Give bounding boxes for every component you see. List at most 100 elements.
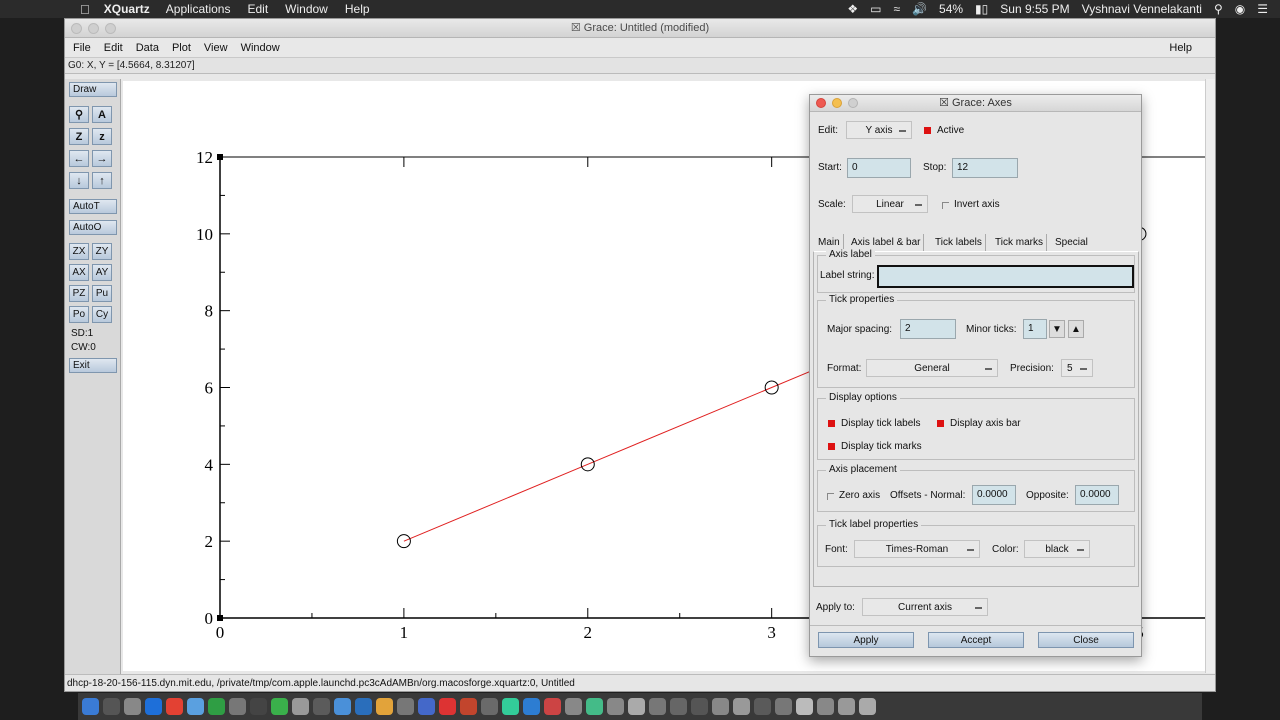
dock-app-icon[interactable] bbox=[397, 698, 414, 715]
invert-axis-checkbox[interactable] bbox=[942, 202, 949, 209]
clock[interactable]: Sun 9:55 PM bbox=[1000, 2, 1069, 16]
active-checkbox[interactable] bbox=[924, 127, 931, 134]
draw-button[interactable]: Draw bbox=[69, 82, 117, 97]
vertical-scrollbar[interactable] bbox=[1205, 79, 1215, 673]
menubar-applications[interactable]: Applications bbox=[166, 2, 231, 16]
dock-app-icon[interactable] bbox=[334, 698, 351, 715]
edit-axis-select[interactable]: Y axis bbox=[846, 121, 912, 139]
dock-app-icon[interactable] bbox=[502, 698, 519, 715]
text-tool-icon[interactable]: A bbox=[92, 106, 112, 123]
color-select[interactable]: black bbox=[1024, 540, 1090, 558]
notification-center-icon[interactable]: ☰ bbox=[1257, 2, 1268, 16]
dock-app-icon[interactable] bbox=[607, 698, 624, 715]
siri-icon[interactable]: ◉ bbox=[1235, 2, 1245, 16]
dock-app-icon[interactable] bbox=[523, 698, 540, 715]
offsets-normal-input[interactable]: 0.0000 bbox=[972, 485, 1016, 505]
zx-button[interactable]: ZX bbox=[69, 243, 89, 260]
dialog-close-icon[interactable] bbox=[816, 98, 826, 108]
zy-button[interactable]: ZY bbox=[92, 243, 112, 260]
minimize-window-icon[interactable] bbox=[88, 23, 99, 34]
po-button[interactable]: Po bbox=[69, 306, 89, 323]
scroll-down-icon[interactable]: ↓ bbox=[69, 172, 89, 189]
tab-tick-labels[interactable]: Tick labels bbox=[932, 234, 986, 251]
pz-button[interactable]: PZ bbox=[69, 285, 89, 302]
dock-app-icon[interactable] bbox=[733, 698, 750, 715]
apply-button[interactable]: Apply bbox=[818, 632, 914, 648]
menu-window[interactable]: Window bbox=[241, 42, 280, 54]
zoom-out-button[interactable]: z bbox=[92, 128, 112, 145]
scroll-right-icon[interactable]: → bbox=[92, 150, 112, 167]
autot-button[interactable]: AutoT bbox=[69, 199, 117, 214]
dock-app-icon[interactable] bbox=[481, 698, 498, 715]
dock-app-icon[interactable] bbox=[229, 698, 246, 715]
dock-app-icon[interactable] bbox=[586, 698, 603, 715]
spotlight-icon[interactable]: ⚲ bbox=[1214, 2, 1223, 16]
zoom-magnify-icon[interactable]: ⚲ bbox=[69, 106, 89, 123]
dock-app-icon[interactable] bbox=[376, 698, 393, 715]
dock-app-icon[interactable] bbox=[796, 698, 813, 715]
menubar-app-name[interactable]: XQuartz bbox=[104, 2, 150, 16]
menu-plot[interactable]: Plot bbox=[172, 42, 191, 54]
close-window-icon[interactable] bbox=[71, 23, 82, 34]
airplay-icon[interactable]: ▭ bbox=[870, 2, 881, 16]
apply-to-select[interactable]: Current axis bbox=[862, 598, 988, 616]
dropbox-icon[interactable]: ❖ bbox=[847, 2, 858, 16]
zoom-in-button[interactable]: Z bbox=[69, 128, 89, 145]
cy-button[interactable]: Cy bbox=[92, 306, 112, 323]
minor-ticks-increment-icon[interactable]: ▲ bbox=[1068, 320, 1084, 338]
dock-app-icon[interactable] bbox=[859, 698, 876, 715]
display-axis-bar-checkbox[interactable] bbox=[937, 420, 944, 427]
dock-app-icon[interactable] bbox=[418, 698, 435, 715]
dock-app-icon[interactable] bbox=[754, 698, 771, 715]
scroll-left-icon[interactable]: ← bbox=[69, 150, 89, 167]
dock-app-icon[interactable] bbox=[145, 698, 162, 715]
precision-select[interactable]: 5 bbox=[1061, 359, 1093, 377]
autoo-button[interactable]: AutoO bbox=[69, 220, 117, 235]
menubar-window[interactable]: Window bbox=[285, 2, 328, 16]
dock-app-icon[interactable] bbox=[103, 698, 120, 715]
minor-ticks-input[interactable]: 1 bbox=[1023, 319, 1047, 339]
dock-app-icon[interactable] bbox=[691, 698, 708, 715]
start-input[interactable]: 0 bbox=[847, 158, 911, 178]
major-spacing-input[interactable]: 2 bbox=[900, 319, 956, 339]
ay-button[interactable]: AY bbox=[92, 264, 112, 281]
dock-app-icon[interactable] bbox=[670, 698, 687, 715]
font-select[interactable]: Times-Roman bbox=[854, 540, 980, 558]
menu-edit[interactable]: Edit bbox=[104, 42, 123, 54]
dialog-zoom-icon[interactable] bbox=[848, 98, 858, 108]
zero-axis-checkbox[interactable] bbox=[827, 493, 834, 500]
close-button[interactable]: Close bbox=[1038, 632, 1134, 648]
dock-app-icon[interactable] bbox=[712, 698, 729, 715]
accept-button[interactable]: Accept bbox=[928, 632, 1024, 648]
scroll-up-icon[interactable]: ↑ bbox=[92, 172, 112, 189]
dock-app-icon[interactable] bbox=[355, 698, 372, 715]
dialog-minimize-icon[interactable] bbox=[832, 98, 842, 108]
menu-help[interactable]: Help bbox=[1169, 42, 1192, 54]
exit-button[interactable]: Exit bbox=[69, 358, 117, 373]
scale-select[interactable]: Linear bbox=[852, 195, 928, 213]
dock-app-icon[interactable] bbox=[124, 698, 141, 715]
dock-app-icon[interactable] bbox=[166, 698, 183, 715]
dock-app-icon[interactable] bbox=[838, 698, 855, 715]
dock-app-icon[interactable] bbox=[775, 698, 792, 715]
format-select[interactable]: General bbox=[866, 359, 998, 377]
dock-app-icon[interactable] bbox=[187, 698, 204, 715]
menubar-help[interactable]: Help bbox=[345, 2, 370, 16]
dock-app-icon[interactable] bbox=[649, 698, 666, 715]
menubar-edit[interactable]: Edit bbox=[247, 2, 268, 16]
stop-input[interactable]: 12 bbox=[952, 158, 1018, 178]
dock-app-icon[interactable] bbox=[817, 698, 834, 715]
dock-app-icon[interactable] bbox=[292, 698, 309, 715]
battery-percent[interactable]: 54% bbox=[939, 2, 963, 16]
dock-app-icon[interactable] bbox=[250, 698, 267, 715]
dock-app-icon[interactable] bbox=[628, 698, 645, 715]
dock-app-icon[interactable] bbox=[565, 698, 582, 715]
dock-app-icon[interactable] bbox=[460, 698, 477, 715]
user-name[interactable]: Vyshnavi Vennelakanti bbox=[1082, 2, 1202, 16]
battery-icon[interactable]: ▮▯ bbox=[975, 2, 988, 16]
opposite-input[interactable]: 0.0000 bbox=[1075, 485, 1119, 505]
ax-button[interactable]: AX bbox=[69, 264, 89, 281]
pu-button[interactable]: Pu bbox=[92, 285, 112, 302]
menu-file[interactable]: File bbox=[73, 42, 91, 54]
display-tick-marks-checkbox[interactable] bbox=[828, 443, 835, 450]
